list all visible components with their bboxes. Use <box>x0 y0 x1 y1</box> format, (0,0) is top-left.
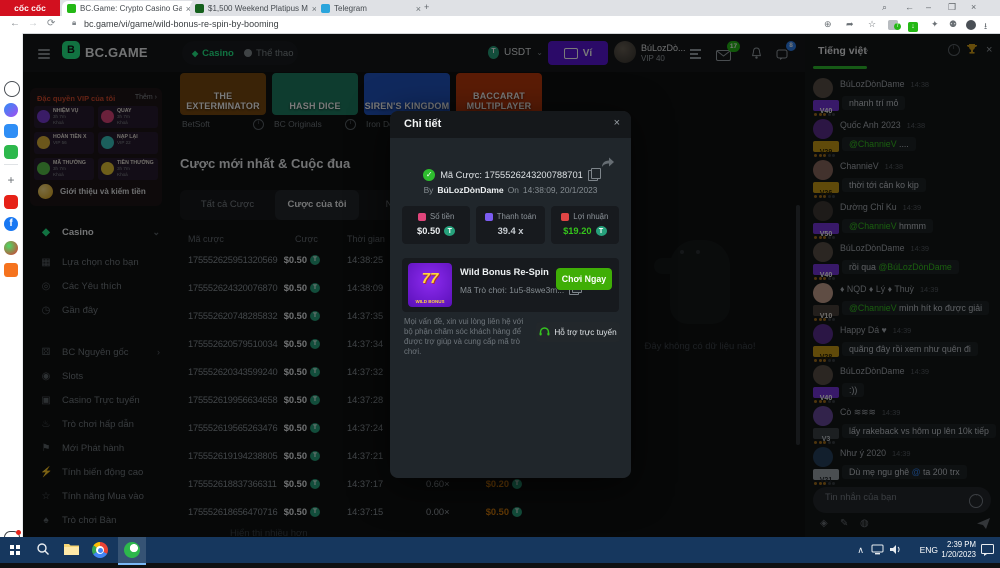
live-support-button[interactable]: Hỗ trợ trực tuyến <box>536 322 620 342</box>
stat-box: Số tiền $0.50 <box>402 206 470 244</box>
stat-icon <box>485 213 493 221</box>
save-page-icon[interactable]: ⊕ <box>824 19 832 30</box>
game-thumbnail[interactable]: 77WILD BONUS <box>408 263 452 307</box>
telegram-favicon <box>321 4 330 13</box>
play-now-button[interactable]: Chơi Ngay <box>556 268 612 290</box>
forward-icon[interactable]: → <box>28 18 38 29</box>
savior-download-icon[interactable]: ↓ <box>908 20 918 32</box>
browser-tab[interactable]: $1,500 Weekend Platipus M... × <box>190 1 322 16</box>
promo-favicon <box>195 4 204 13</box>
verified-check-icon <box>423 169 435 181</box>
profile-avatar[interactable] <box>966 20 976 32</box>
game-title: Wild Bonus Re-Spin <box>460 267 549 277</box>
messenger-icon[interactable] <box>4 103 18 117</box>
coccoc-shield-icon[interactable]: 7 <box>888 20 901 33</box>
modal-header: Chi tiết × <box>390 111 631 138</box>
volume-icon[interactable] <box>890 544 902 557</box>
window-close-button[interactable]: × <box>971 2 976 12</box>
browser-tab-strip: cốc cốc BC.Game: Crypto Casino Gan × $1,… <box>0 0 1000 16</box>
window-maximize-button[interactable]: ❐ <box>948 2 956 13</box>
game-box: 77WILD BONUS Wild Bonus Re-Spin Mã Trò c… <box>402 258 619 312</box>
add-shortcut-icon[interactable]: + <box>4 173 18 187</box>
bcgame-favicon <box>67 4 76 13</box>
youtube-icon[interactable] <box>4 195 18 209</box>
headset-icon <box>539 327 550 337</box>
bet-timestamp: 14:38:09, 20/1/2023 <box>523 185 598 195</box>
browser-tab[interactable]: Telegram × <box>316 1 426 16</box>
action-center-icon[interactable] <box>981 544 994 558</box>
tab-search-icon[interactable]: ⌕ <box>882 2 887 13</box>
window-minimize-button[interactable]: – <box>926 2 931 12</box>
downloads-tray-icon[interactable]: ⭳ <box>984 19 987 35</box>
copy-icon[interactable] <box>588 170 598 181</box>
bet-details-modal: Chi tiết × Mã Cược: 1755526243200788701 … <box>390 111 631 478</box>
windows-taskbar: ∧ ENG 2:39 PM 1/20/2023 <box>0 537 1000 563</box>
back-icon[interactable]: ← <box>10 18 20 29</box>
coccoc-menu-button[interactable]: cốc cốc <box>0 0 60 16</box>
bet-id-value: 1755526243200788701 <box>485 170 583 180</box>
divider <box>4 164 18 165</box>
newsfeed-icon[interactable] <box>4 124 18 138</box>
network-icon[interactable] <box>871 544 884 557</box>
stat-box: Thanh toán 39.4 x <box>476 206 544 244</box>
tab-overview-icon[interactable]: ← <box>905 2 914 12</box>
coccoc-sidebar: + f ⋯ <box>0 33 23 537</box>
gift-icon[interactable] <box>4 241 18 255</box>
reload-icon[interactable]: ⟳ <box>47 18 55 29</box>
taskbar-clock[interactable]: 2:39 PM 1/20/2023 <box>941 540 976 560</box>
modal-title: Chi tiết <box>404 118 441 130</box>
tab-close-icon[interactable]: × <box>416 4 421 14</box>
coccoc-taskbar-button[interactable] <box>118 537 146 565</box>
bookmark-star-icon[interactable]: ☆ <box>868 19 876 30</box>
stat-icon <box>418 213 426 221</box>
new-tab-button[interactable]: + <box>424 2 429 12</box>
chrome-icon[interactable] <box>92 542 108 558</box>
file-explorer-icon[interactable] <box>64 542 80 558</box>
close-icon[interactable]: × <box>614 117 620 129</box>
search-icon[interactable] <box>36 542 52 558</box>
facebook-icon[interactable]: f <box>4 217 18 231</box>
lock-icon: 🔒︎ <box>72 18 76 28</box>
stat-icon <box>561 213 569 221</box>
share-page-icon[interactable]: ➦ <box>846 19 854 30</box>
tray-chevron-icon[interactable]: ∧ <box>857 545 864 556</box>
start-button[interactable] <box>10 545 14 549</box>
extension-icon[interactable]: ✦ <box>931 19 939 30</box>
usdt-coin-icon <box>596 226 607 236</box>
history-icon[interactable] <box>4 81 20 97</box>
player-name[interactable]: BúLozDònDame <box>437 185 503 195</box>
browser-tab[interactable]: BC.Game: Crypto Casino Gan × <box>62 1 196 16</box>
games-icon[interactable] <box>4 145 18 159</box>
stat-box: Lợi nhuận $19.20 <box>551 206 619 244</box>
people-icon[interactable]: ⚉ <box>949 19 957 30</box>
usdt-coin-icon <box>444 226 455 236</box>
cart-icon[interactable] <box>4 263 18 277</box>
support-note: Mọi vấn đề, xin vui lòng liên hệ với bộ … <box>404 317 532 357</box>
language-indicator[interactable]: ENG <box>920 545 938 555</box>
url-field[interactable]: bc.game/vi/game/wild-bonus-re-spin-by-bo… <box>84 19 279 29</box>
browser-toolbar: ← → ⟳ 🔒︎ bc.game/vi/game/wild-bonus-re-s… <box>0 16 1000 34</box>
